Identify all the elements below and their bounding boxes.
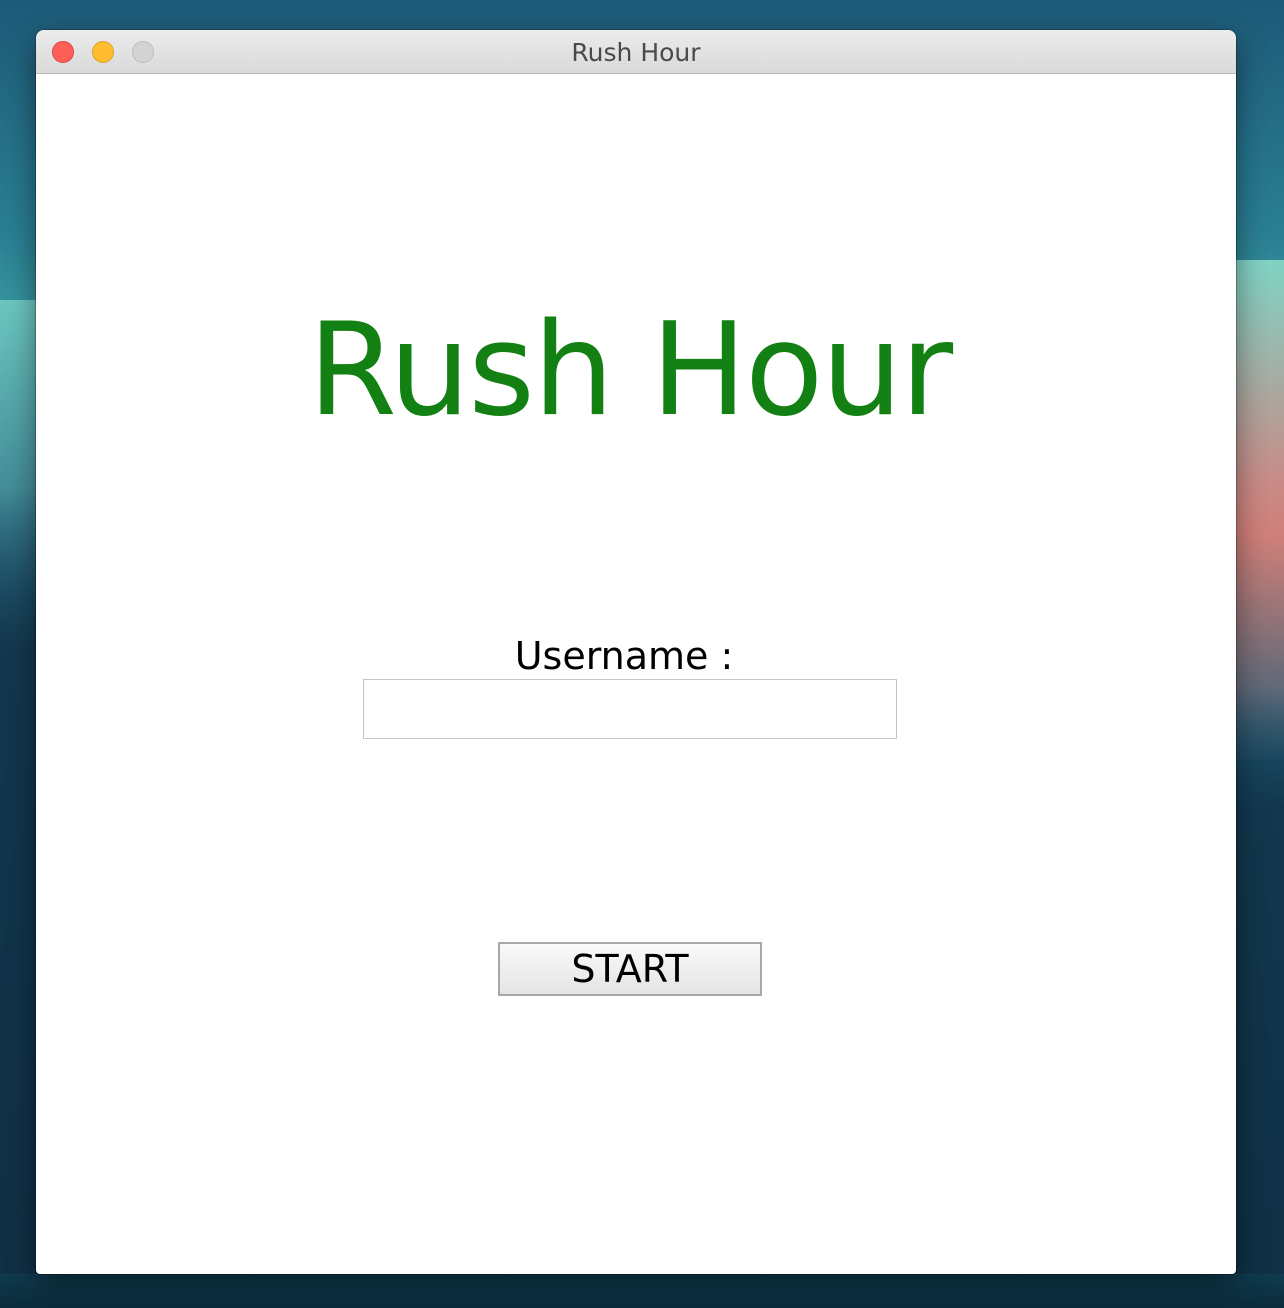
window-title: Rush Hour	[571, 38, 701, 67]
wallpaper-ground	[0, 1274, 1284, 1308]
wallpaper-trees-left	[0, 488, 40, 1308]
main-content: Rush Hour Username : START	[36, 74, 1236, 1274]
username-input[interactable]	[363, 679, 897, 739]
title-bar[interactable]: Rush Hour	[36, 30, 1236, 74]
game-title: Rush Hour	[307, 296, 953, 445]
desktop-background: Rush Hour Rush Hour Username : START	[0, 0, 1284, 1308]
wallpaper-trees-right	[1234, 688, 1284, 1308]
wallpaper-glow-right	[1234, 260, 1284, 760]
start-button[interactable]: START	[498, 942, 762, 996]
username-label: Username :	[514, 634, 734, 678]
app-window: Rush Hour Rush Hour Username : START	[36, 30, 1236, 1274]
